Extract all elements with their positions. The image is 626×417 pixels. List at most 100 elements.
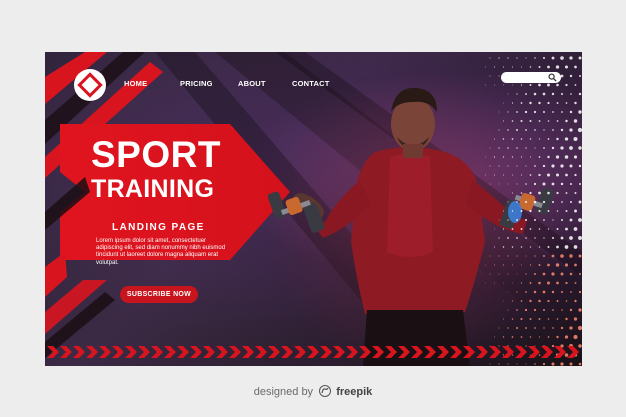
halftone-dot [556,83,559,87]
halftone-dot [534,57,536,59]
halftone-dot [573,119,578,123]
halftone-dot [507,363,509,365]
halftone-dot [565,281,568,285]
halftone-dot [569,128,573,132]
brand-logo[interactable] [74,69,106,101]
halftone-dot [489,273,491,275]
halftone-dot [542,182,546,186]
halftone-dot [555,155,560,159]
halftone-dot [507,201,509,203]
halftone-dot [498,219,500,221]
halftone-dot [502,156,505,158]
halftone-dot [538,101,541,105]
halftone-dot [569,308,573,312]
halftone-dot [543,129,545,131]
halftone-dot [574,209,577,213]
chevron-icon [398,346,410,358]
halftone-dot [551,92,555,96]
halftone-dot [525,183,527,185]
halftone-dot [560,128,564,132]
subscribe-button[interactable]: SUBSCRIBE NOW [120,286,198,303]
halftone-dot [485,174,486,176]
halftone-dot [521,66,522,68]
halftone-dot [507,111,509,113]
halftone-dot [516,57,518,59]
halftone-dot [569,74,573,78]
halftone-dot [511,156,514,158]
halftone-dot [560,236,564,240]
halftone-dot [564,263,569,267]
halftone-dot [498,183,500,185]
halftone-dot [543,237,545,239]
halftone-dot [534,327,536,329]
chevron-icon [73,346,85,358]
search-input[interactable] [501,72,561,83]
halftone-dot [525,57,527,59]
nav-item-about[interactable]: ABOUT [238,79,266,88]
halftone-dot [516,309,518,311]
halftone-dot [507,255,509,257]
halftone-dot [529,156,532,158]
halftone-dot [498,147,500,149]
halftone-dot [564,245,569,249]
halftone-dot [556,227,559,231]
nav-item-contact[interactable]: CONTACT [292,79,330,88]
halftone-dot [551,272,555,276]
halftone-dot [543,219,545,221]
halftone-dot [485,84,486,86]
halftone-dot [529,246,532,248]
halftone-dot [565,209,568,213]
halftone-dot [538,209,541,213]
hero-title: SPORT TRAINING [91,136,221,202]
halftone-dot [561,201,563,203]
chevron-icon [554,346,566,358]
halftone-dot [498,273,500,275]
halftone-dot [503,174,504,176]
halftone-dot [516,363,518,365]
halftone-dot [542,56,546,60]
halftone-dot [489,165,491,167]
halftone-dot [551,164,555,168]
halftone-dot [560,362,564,366]
halftone-dot [574,282,577,284]
halftone-dot [520,138,523,140]
halftone-dot [529,174,532,176]
chevron-icon [294,346,306,358]
halftone-dot [564,137,569,141]
chevron-icon [255,346,267,358]
halftone-dot [503,210,504,212]
halftone-dot [574,84,577,86]
halftone-dot [565,300,568,302]
search-icon[interactable] [548,73,557,82]
halftone-dot [569,236,573,240]
halftone-dot [533,182,537,186]
halftone-dot [547,101,550,105]
halftone-dot [529,84,532,86]
halftone-dot [578,110,582,114]
halftone-dot [511,228,514,230]
halftone-dot [512,84,513,86]
halftone-dot [561,309,563,311]
halftone-dot [494,174,495,176]
halftone-dot [543,111,545,113]
halftone-dot [525,237,527,239]
halftone-dot [579,75,581,77]
footer-brand[interactable]: freepik [336,386,372,398]
chevron-icon [346,346,358,358]
halftone-dot [552,129,554,131]
halftone-dot [547,138,550,140]
nav-item-pricing[interactable]: PRICING [180,79,213,88]
halftone-dot [534,129,536,131]
nav-item-home[interactable]: HOME [124,79,147,88]
chevron-icon [307,346,319,358]
halftone-dot [547,120,550,122]
halftone-dot [520,336,523,338]
halftone-dot [578,218,582,222]
chevron-icon [190,346,202,358]
halftone-dot [542,92,546,96]
halftone-dot [529,66,532,68]
halftone-dot [551,56,555,60]
halftone-dot [538,264,541,266]
halftone-dot [525,129,527,131]
halftone-dot [542,362,546,366]
